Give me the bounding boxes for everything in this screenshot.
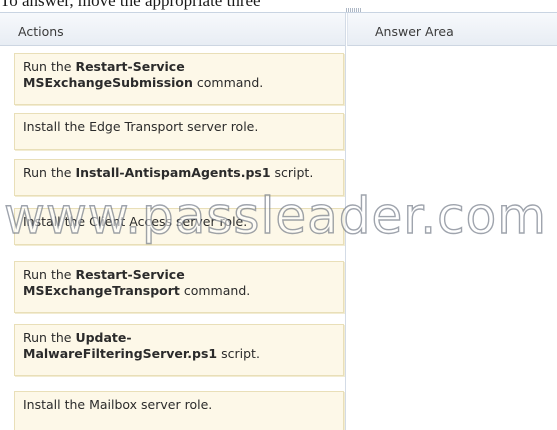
action-item-line: MalwareFilteringServer.ps1 script. <box>23 346 335 362</box>
action-item-install-client-access[interactable]: Install the Client Access server role. <box>14 208 344 245</box>
action-item-restart-transport[interactable]: Run the Restart-Service MSExchangeTranspo… <box>14 261 344 313</box>
action-item-text: Run the <box>23 267 76 282</box>
action-item-line: Run the Restart-Service <box>23 267 335 283</box>
action-item-line: Run the Install-AntispamAgents.ps1 scrip… <box>23 165 335 181</box>
action-item-line: Install the Mailbox server role. <box>23 397 335 413</box>
action-item-text: script. <box>217 346 260 361</box>
action-item-bold-text: MSExchangeSubmission <box>23 75 193 90</box>
action-item-line: MSExchangeSubmission command. <box>23 75 335 91</box>
action-item-line: Run the Restart-Service <box>23 59 335 75</box>
action-item-bold-text: Restart-Service <box>75 267 185 282</box>
answer-area-column[interactable]: Answer Area <box>347 13 557 430</box>
action-item-bold-text: Restart-Service <box>75 59 185 74</box>
drag-drop-frame: Actions Run the Restart-Service MSExchang… <box>0 12 557 430</box>
actions-column: Actions Run the Restart-Service MSExchang… <box>0 13 346 430</box>
action-item-restart-submission[interactable]: Run the Restart-Service MSExchangeSubmiss… <box>14 53 344 105</box>
action-item-install-mailbox[interactable]: Install the Mailbox server role. <box>14 391 344 430</box>
action-item-text: command. <box>192 75 264 90</box>
action-item-install-antispam-agents[interactable]: Run the Install-AntispamAgents.ps1 scrip… <box>14 159 344 196</box>
question-prompt-fragment: To answer, move the appropriate three <box>0 0 261 10</box>
answer-area-header: Answer Area <box>347 13 557 46</box>
action-item-bold-text: Update- <box>75 330 132 345</box>
action-item-text: command. <box>179 283 251 298</box>
action-item-bold-text: Install-AntispamAgents.ps1 <box>75 165 271 180</box>
action-item-bold-text: MalwareFilteringServer.ps1 <box>23 346 218 361</box>
action-item-text: Install the Mailbox server role. <box>23 397 213 412</box>
action-item-line: Install the Client Access server role. <box>23 214 335 230</box>
action-item-install-edge-transport[interactable]: Install the Edge Transport server role. <box>14 113 344 150</box>
action-item-bold-text: MSExchangeTransport <box>23 283 180 298</box>
action-item-update-malware-filtering[interactable]: Run the Update- MalwareFilteringServer.ps… <box>14 324 344 376</box>
action-item-text: Run the <box>23 330 76 345</box>
action-item-line: Run the Update- <box>23 330 335 346</box>
action-item-line: MSExchangeTransport command. <box>23 283 335 299</box>
drag-drop-question: To answer, move the appropriate three Ac… <box>0 0 557 430</box>
action-item-text: Install the Client Access server role. <box>23 214 248 229</box>
action-item-text: Run the <box>23 165 76 180</box>
action-item-text: Install the Edge Transport server role. <box>23 119 259 134</box>
action-item-line: Install the Edge Transport server role. <box>23 119 335 135</box>
actions-header: Actions <box>0 13 345 46</box>
action-item-text: script. <box>270 165 314 180</box>
action-item-text: Run the <box>23 59 76 74</box>
